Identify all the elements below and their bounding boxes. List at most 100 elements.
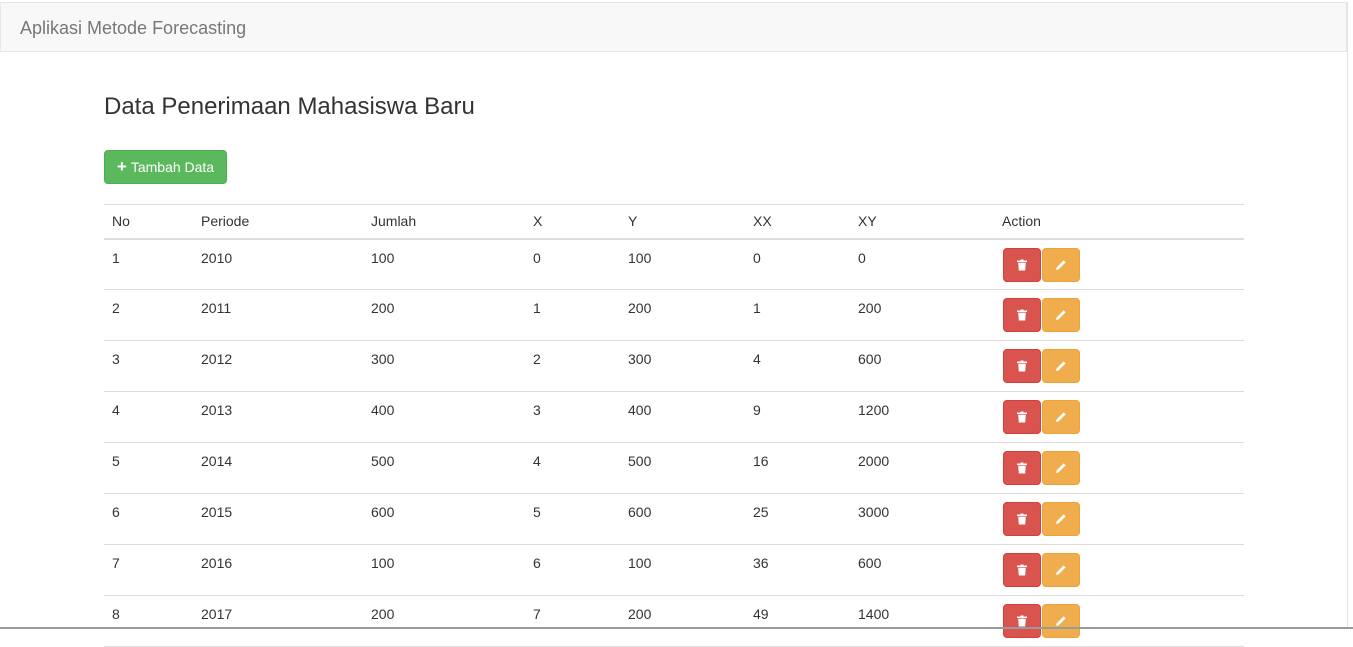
cell-xy: 0 [850, 238, 994, 290]
window-edge [1347, 2, 1348, 629]
cell-xx: 49 [745, 595, 850, 647]
page-title: Data Penerimaan Mahasiswa Baru [104, 93, 475, 120]
table-body: 1 2010 100 0 100 0 0 2 2011 200 1 200 1 200 3 2012 300 2 3… [104, 238, 1244, 647]
cell-no: 1 [104, 238, 193, 290]
cell-xx: 25 [745, 493, 850, 545]
cell-periode: 2013 [193, 391, 363, 443]
add-data-button[interactable]: + Tambah Data [104, 150, 227, 184]
cell-y: 200 [620, 289, 745, 341]
cell-x: 3 [525, 391, 620, 443]
delete-button[interactable] [1003, 451, 1041, 485]
table-row: 8 2017 200 7 200 49 1400 [104, 595, 1244, 647]
cell-xx: 9 [745, 391, 850, 443]
cell-action [994, 289, 1244, 341]
table-row: 5 2014 500 4 500 16 2000 [104, 442, 1244, 494]
cell-jumlah: 200 [363, 289, 525, 341]
col-header-xx: XX [745, 204, 850, 240]
cell-action [994, 442, 1244, 494]
table-row: 4 2013 400 3 400 9 1200 [104, 391, 1244, 443]
cell-jumlah: 300 [363, 340, 525, 392]
cell-y: 600 [620, 493, 745, 545]
delete-button[interactable] [1003, 247, 1041, 282]
cell-action [994, 340, 1244, 392]
cell-periode: 2014 [193, 442, 363, 494]
cell-action [994, 391, 1244, 443]
col-header-y: Y [620, 204, 745, 240]
cell-y: 500 [620, 442, 745, 494]
cell-no: 6 [104, 493, 193, 545]
edit-button[interactable] [1042, 400, 1080, 434]
col-header-periode: Periode [193, 204, 363, 240]
cell-no: 3 [104, 340, 193, 392]
cell-xy: 2000 [850, 442, 994, 494]
cell-y: 200 [620, 595, 745, 647]
cell-x: 4 [525, 442, 620, 494]
cell-xx: 0 [745, 238, 850, 290]
cell-jumlah: 500 [363, 442, 525, 494]
cell-periode: 2010 [193, 238, 363, 290]
col-header-x: X [525, 204, 620, 240]
cell-periode: 2017 [193, 595, 363, 647]
cell-action [994, 595, 1244, 647]
edit-button[interactable] [1042, 502, 1080, 536]
cell-x: 7 [525, 595, 620, 647]
data-table: No Periode Jumlah X Y XX XY Action 1 2010… [104, 204, 1244, 647]
delete-button[interactable] [1003, 502, 1041, 536]
cell-x: 5 [525, 493, 620, 545]
cell-jumlah: 400 [363, 391, 525, 443]
table-row: 3 2012 300 2 300 4 600 [104, 340, 1244, 392]
col-header-jumlah: Jumlah [363, 204, 525, 240]
cell-xx: 4 [745, 340, 850, 392]
plus-icon: + [116, 156, 127, 176]
cell-action [994, 493, 1244, 545]
delete-button[interactable] [1003, 604, 1041, 638]
delete-button[interactable] [1003, 298, 1041, 332]
cell-jumlah: 200 [363, 595, 525, 647]
cell-xy: 1400 [850, 595, 994, 647]
col-header-action: Action [994, 204, 1244, 240]
cell-y: 300 [620, 340, 745, 392]
cell-x: 2 [525, 340, 620, 392]
col-header-xy: XY [850, 204, 994, 240]
cell-x: 0 [525, 238, 620, 290]
table-row: 6 2015 600 5 600 25 3000 [104, 493, 1244, 545]
edit-button[interactable] [1042, 247, 1080, 282]
cell-xx: 36 [745, 544, 850, 596]
cell-xy: 600 [850, 544, 994, 596]
cell-xy: 1200 [850, 391, 994, 443]
cell-xy: 3000 [850, 493, 994, 545]
cell-xy: 600 [850, 340, 994, 392]
edit-button[interactable] [1042, 553, 1080, 587]
edit-button[interactable] [1042, 298, 1080, 332]
cell-periode: 2011 [193, 289, 363, 341]
cell-xx: 16 [745, 442, 850, 494]
cell-no: 5 [104, 442, 193, 494]
cell-jumlah: 100 [363, 544, 525, 596]
cell-action [994, 544, 1244, 596]
navbar: Aplikasi Metode Forecasting [0, 2, 1347, 52]
cell-periode: 2015 [193, 493, 363, 545]
table-row: 2 2011 200 1 200 1 200 [104, 289, 1244, 341]
cell-y: 100 [620, 238, 745, 290]
delete-button[interactable] [1003, 349, 1041, 383]
cell-no: 7 [104, 544, 193, 596]
delete-button[interactable] [1003, 553, 1041, 587]
edit-button[interactable] [1042, 451, 1080, 485]
delete-button[interactable] [1003, 400, 1041, 434]
cell-periode: 2012 [193, 340, 363, 392]
cell-x: 6 [525, 544, 620, 596]
cell-no: 4 [104, 391, 193, 443]
cell-xx: 1 [745, 289, 850, 341]
edit-button[interactable] [1042, 604, 1080, 638]
cell-y: 400 [620, 391, 745, 443]
cell-no: 8 [104, 595, 193, 647]
cell-jumlah: 100 [363, 238, 525, 290]
cell-x: 1 [525, 289, 620, 341]
cell-y: 100 [620, 544, 745, 596]
navbar-brand[interactable]: Aplikasi Metode Forecasting [20, 18, 246, 39]
table-row: 1 2010 100 0 100 0 0 [104, 238, 1244, 290]
cell-no: 2 [104, 289, 193, 341]
edit-button[interactable] [1042, 349, 1080, 383]
table-header-row: No Periode Jumlah X Y XX XY Action [104, 204, 1244, 240]
cell-jumlah: 600 [363, 493, 525, 545]
